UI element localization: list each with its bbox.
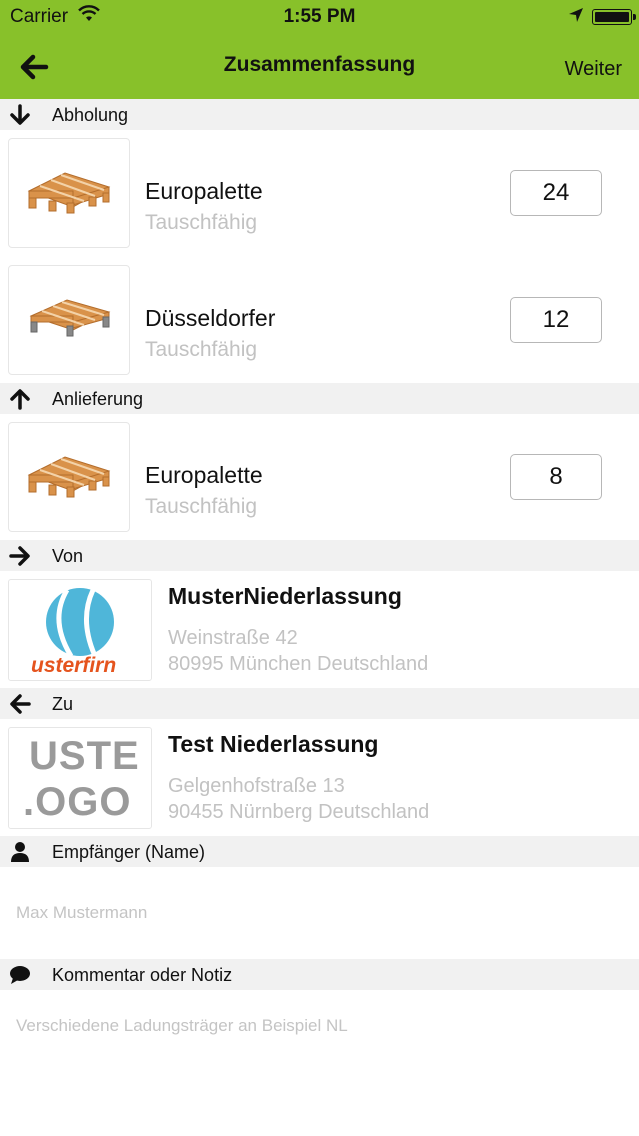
speech-bubble-icon (9, 964, 31, 986)
comment-input[interactable]: Verschiedene Ladungsträger an Beispiel N… (16, 1016, 348, 1036)
pallet-name: Europalette (145, 178, 263, 204)
logo-text: usterfirn (31, 654, 117, 677)
section-recipient: Empfänger (Name) (0, 836, 639, 867)
euro-pallet-image (8, 422, 130, 532)
section-pickup: Abholung (0, 99, 639, 130)
section-delivery: Anlieferung (0, 383, 639, 414)
section-label: Anlieferung (52, 389, 144, 409)
section-label: Abholung (52, 105, 129, 125)
quantity-field[interactable]: 8 (510, 454, 602, 500)
to-company-name: Test Niederlassung (168, 731, 379, 757)
to-address-row[interactable]: USTE .OGO Test Niederlassung Gelgenhofst… (0, 719, 639, 836)
company-logo-placeholder: USTE .OGO (8, 727, 152, 829)
company-logo: usterfirn (8, 579, 152, 681)
euro-pallet-image (8, 138, 130, 248)
pallet-name: Düsseldorfer (145, 305, 276, 331)
arrow-right-icon (9, 545, 31, 567)
section-label: Kommentar oder Notiz (52, 965, 233, 985)
pallet-row[interactable]: Europalette Tauschfähig 24 (0, 130, 639, 257)
from-address-row[interactable]: usterfirn MusterNiederlassung Weinstraße… (0, 571, 639, 688)
pallet-name: Europalette (145, 462, 263, 488)
to-city: 90455 Nürnberg Deutschland (168, 801, 430, 823)
person-icon (9, 841, 31, 863)
recipient-name-input[interactable]: Max Mustermann (16, 903, 147, 923)
quantity-field[interactable]: 24 (510, 170, 602, 216)
location-arrow-icon (568, 7, 584, 29)
arrow-down-icon (9, 104, 31, 126)
section-from: Von (0, 540, 639, 571)
from-company-name: MusterNiederlassung (168, 583, 402, 609)
section-label: Zu (52, 694, 74, 714)
status-bar: Carrier 1:55 PM (0, 0, 639, 32)
page-title: Zusammenfassung (223, 53, 416, 76)
pallet-subtitle: Tauschfähig (145, 338, 258, 361)
to-street: Gelgenhofstraße 13 (168, 775, 345, 797)
arrow-left-icon (9, 693, 31, 715)
nav-header: Carrier 1:55 PM Zusammenfassung Weiter (0, 0, 639, 99)
pallet-row[interactable]: Europalette Tauschfähig 8 (0, 414, 639, 540)
battery-icon (592, 9, 636, 25)
duesseldorfer-pallet-image (8, 265, 130, 375)
section-label: Von (52, 546, 84, 566)
from-street: Weinstraße 42 (168, 627, 298, 649)
quantity-field[interactable]: 12 (510, 297, 602, 343)
section-label: Empfänger (Name) (52, 842, 206, 862)
status-time: 1:55 PM (283, 6, 356, 27)
section-comment: Kommentar oder Notiz (0, 959, 639, 990)
from-city: 80995 München Deutschland (168, 653, 429, 675)
pallet-row[interactable]: Düsseldorfer Tauschfähig 12 (0, 257, 639, 383)
next-button[interactable]: Weiter (565, 58, 622, 81)
pallet-subtitle: Tauschfähig (145, 495, 258, 518)
arrow-up-icon (9, 388, 31, 410)
section-to: Zu (0, 688, 639, 719)
logo-text: .OGO (23, 780, 132, 824)
pallet-subtitle: Tauschfähig (145, 211, 258, 234)
logo-text: USTE (29, 734, 140, 778)
